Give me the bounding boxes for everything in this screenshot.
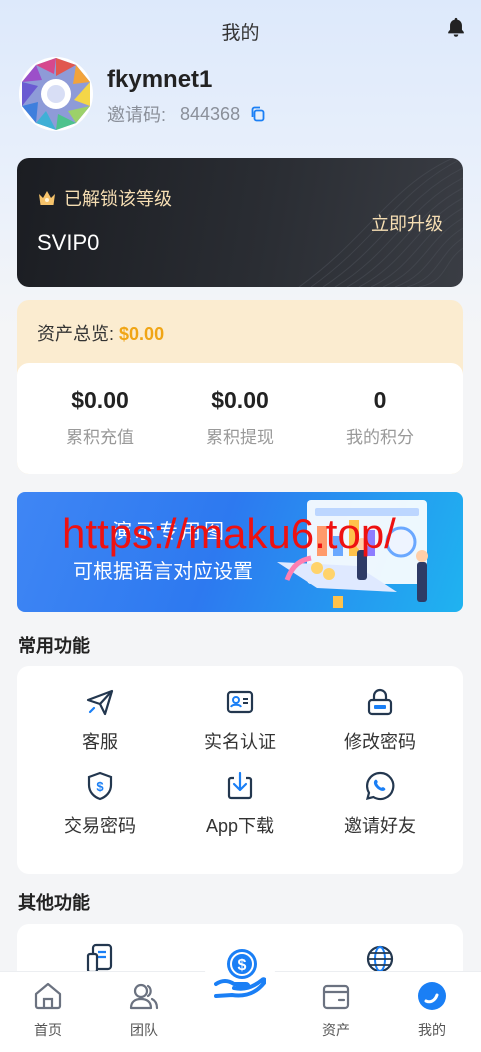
tab-mine[interactable]: 我的	[384, 972, 480, 1052]
tab-label: 首页	[34, 1022, 62, 1038]
vip-unlock-row: 已解锁该等级	[37, 185, 172, 211]
banner-subtitle: 可根据语言对应设置	[73, 561, 253, 583]
money-hand-icon: $	[214, 949, 266, 998]
assets-stats: $0.00 累积充值 $0.00 累积提现 0 我的积分	[17, 363, 463, 474]
id-card-icon	[226, 690, 254, 714]
tab-home[interactable]: 首页	[0, 972, 96, 1052]
avatar[interactable]	[18, 56, 94, 132]
invite-label: 邀请码:	[107, 105, 167, 125]
page-title: 我的	[221, 23, 260, 44]
whatsapp-icon	[365, 771, 395, 801]
stat-label: 我的积分	[346, 428, 414, 447]
header: 我的	[0, 0, 481, 58]
fn-trade-password[interactable]: $ 交易密码	[26, 770, 174, 838]
stat-value: $0.00	[71, 387, 129, 413]
watermark-url: https://maku6.top/	[62, 510, 396, 557]
fn-label: 交易密码	[64, 816, 136, 836]
common-functions-title: 常用功能	[18, 636, 90, 656]
stat-points[interactable]: 0 我的积分	[306, 387, 454, 448]
shield-dollar-icon: $	[87, 771, 113, 801]
fn-label: 邀请好友	[344, 816, 416, 836]
fn-invite-friends[interactable]: 邀请好友	[306, 770, 454, 838]
copy-icon[interactable]	[250, 106, 266, 122]
fn-app-download[interactable]: App下载	[166, 770, 314, 838]
stat-recharge[interactable]: $0.00 累积充值	[26, 387, 174, 448]
fn-label: 修改密码	[344, 732, 416, 752]
vip-card[interactable]: 已解锁该等级 SVIP0 立即升级	[17, 158, 463, 287]
vip-unlock-text: 已解锁该等级	[64, 189, 172, 209]
invite-row: 邀请码: 844368	[107, 101, 266, 127]
download-icon	[227, 771, 253, 800]
svg-text:$: $	[238, 957, 247, 974]
fn-label: App下载	[205, 816, 275, 836]
other-functions-title: 其他功能	[18, 893, 90, 913]
profile-icon	[418, 982, 446, 1010]
lock-icon	[367, 688, 393, 716]
stat-value: 0	[373, 387, 387, 413]
upgrade-button[interactable]: 立即升级	[371, 210, 443, 236]
assets-overview: 资产总览: $0.00	[37, 320, 164, 346]
tab-label: 资产	[322, 1022, 350, 1038]
username: fkymnet1	[107, 66, 213, 93]
assets-title: 资产总览:	[37, 324, 115, 344]
home-icon	[34, 982, 62, 1010]
fn-label: 实名认证	[204, 732, 276, 752]
fn-customer-service[interactable]: 客服	[26, 686, 174, 754]
stat-value: $0.00	[211, 387, 269, 413]
fn-real-name[interactable]: 实名认证	[166, 686, 314, 754]
tab-label: 团队	[130, 1022, 158, 1038]
stat-label: 累积充值	[66, 428, 134, 447]
common-functions-card: 客服 实名认证 修改密码 $ 交易密码 App下载 邀请好友	[17, 666, 463, 874]
bottom-tab-bar: 首页 团队 $ 资产 我的	[0, 939, 481, 1052]
tab-label: 我的	[418, 1022, 446, 1038]
vip-level: SVIP0	[37, 230, 100, 255]
svg-text:$: $	[96, 779, 104, 794]
fn-label: 客服	[82, 732, 118, 752]
tab-center[interactable]: $	[192, 949, 288, 1052]
bell-icon[interactable]	[445, 16, 467, 38]
send-icon	[86, 689, 114, 716]
globe-icon[interactable]	[365, 944, 395, 974]
tab-team[interactable]: 团队	[96, 972, 192, 1052]
stat-label: 累积提现	[206, 428, 274, 447]
crown-icon	[39, 191, 55, 205]
fn-change-password[interactable]: 修改密码	[306, 686, 454, 754]
profile-section: fkymnet1 邀请码: 844368	[18, 56, 463, 132]
invite-code: 844368	[180, 103, 241, 124]
stat-withdraw[interactable]: $0.00 累积提现	[166, 387, 314, 448]
tab-assets[interactable]: 资产	[288, 972, 384, 1052]
wallet-icon	[322, 984, 350, 1010]
assets-card: 资产总览: $0.00 $0.00 累积充值 $0.00 累积提现 0 我的积分	[17, 300, 463, 474]
team-icon	[129, 983, 159, 1010]
document-icon[interactable]	[85, 942, 115, 974]
assets-total: $0.00	[119, 324, 165, 344]
